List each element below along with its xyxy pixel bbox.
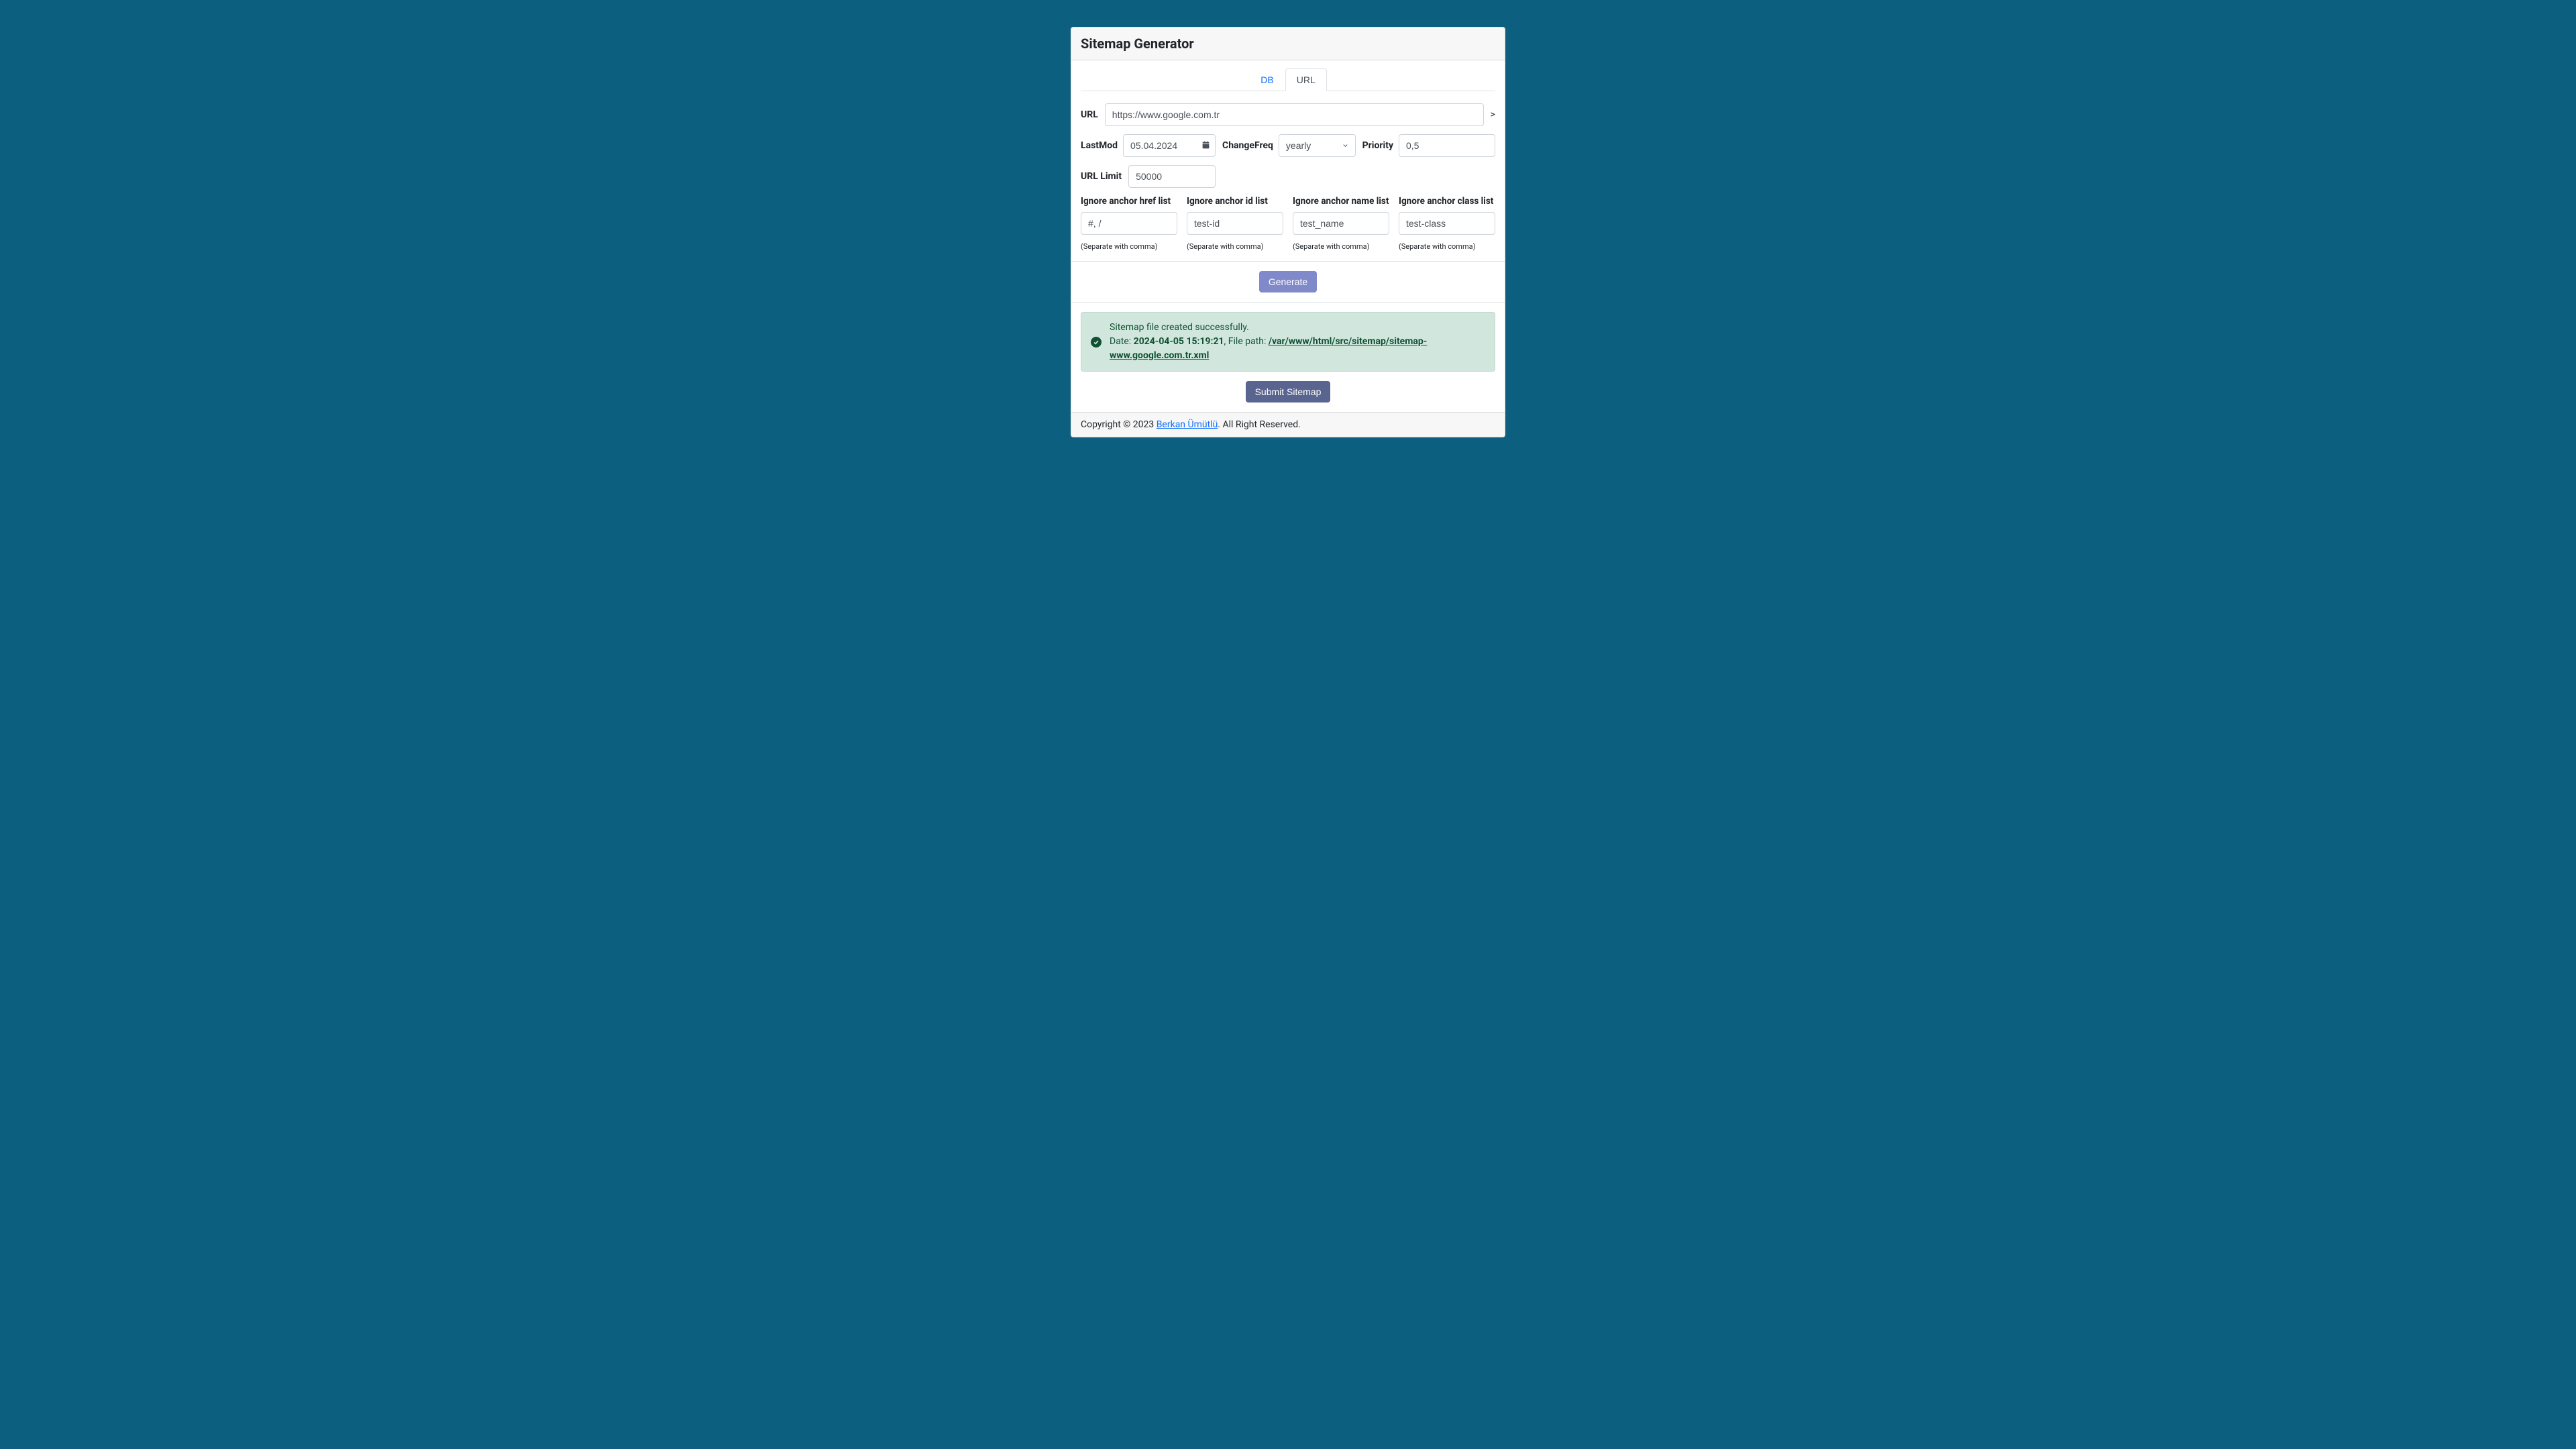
divider-2 xyxy=(1071,302,1505,303)
ignore-id-hint: (Separate with comma) xyxy=(1187,242,1263,251)
ignore-id-col: Ignore anchor id list (Separate with com… xyxy=(1187,196,1283,252)
priority-label: Priority xyxy=(1362,140,1393,151)
generate-button[interactable]: Generate xyxy=(1259,271,1317,292)
divider-1 xyxy=(1071,261,1505,262)
ignore-class-col: Ignore anchor class list (Separate with … xyxy=(1399,196,1495,252)
page-title: Sitemap Generator xyxy=(1081,36,1495,52)
tabs: DB URL xyxy=(1081,68,1495,91)
ignore-href-input[interactable] xyxy=(1081,212,1177,235)
card-body: DB URL URL > LastMod ChangeFreq xyxy=(1071,60,1505,412)
ignore-href-col: Ignore anchor href list (Separate with c… xyxy=(1081,196,1177,252)
row-url: URL > xyxy=(1081,103,1495,126)
alert-body: Sitemap file created successfully. Date:… xyxy=(1110,321,1485,363)
url-input[interactable] xyxy=(1105,103,1484,126)
ignore-href-label: Ignore anchor href list xyxy=(1081,196,1177,207)
footer-suffix: . All Right Reserved. xyxy=(1218,419,1301,430)
alert-line1: Sitemap file created successfully. xyxy=(1110,321,1485,335)
ignore-name-hint: (Separate with comma) xyxy=(1293,242,1369,251)
urllimit-input[interactable] xyxy=(1128,165,1216,188)
row-meta: LastMod ChangeFreq yearly xyxy=(1081,134,1495,157)
footer-prefix: Copyright © 2023 xyxy=(1081,419,1157,430)
ignore-grid: Ignore anchor href list (Separate with c… xyxy=(1081,196,1495,252)
group-lastmod: LastMod xyxy=(1081,134,1216,157)
card-footer: Copyright © 2023 Berkan Ümütlü. All Righ… xyxy=(1071,412,1505,437)
submit-sitemap-button[interactable]: Submit Sitemap xyxy=(1246,381,1331,402)
alert-date-label: Date: xyxy=(1110,336,1134,347)
tab-db[interactable]: DB xyxy=(1249,68,1285,91)
row-urllimit: URL Limit xyxy=(1081,165,1495,188)
ignore-id-input[interactable] xyxy=(1187,212,1283,235)
lastmod-input[interactable] xyxy=(1123,134,1216,157)
ignore-name-input[interactable] xyxy=(1293,212,1389,235)
ignore-class-input[interactable] xyxy=(1399,212,1495,235)
changefreq-select-wrap: yearly xyxy=(1279,134,1356,157)
ignore-id-label: Ignore anchor id list xyxy=(1187,196,1283,207)
url-label: URL xyxy=(1081,109,1098,120)
ignore-class-label: Ignore anchor class list xyxy=(1399,196,1495,207)
changefreq-label: ChangeFreq xyxy=(1222,140,1273,151)
group-changefreq: ChangeFreq yearly xyxy=(1222,134,1356,157)
url-gt: > xyxy=(1491,109,1495,120)
changefreq-select[interactable]: yearly xyxy=(1279,134,1356,157)
submit-row: Submit Sitemap xyxy=(1081,381,1495,402)
alert-path-label: File path: xyxy=(1228,336,1269,347)
tab-url[interactable]: URL xyxy=(1285,68,1327,91)
group-priority: Priority xyxy=(1362,134,1495,157)
alert-line2: Date: 2024-04-05 15:19:21, File path: /v… xyxy=(1110,335,1485,363)
lastmod-input-wrap xyxy=(1123,134,1216,157)
alert-date-value: 2024-04-05 15:19:21 xyxy=(1134,336,1224,347)
check-circle-icon xyxy=(1091,337,1102,347)
card-header: Sitemap Generator xyxy=(1071,28,1505,60)
ignore-name-label: Ignore anchor name list xyxy=(1293,196,1389,207)
main-card: Sitemap Generator DB URL URL > LastMod xyxy=(1071,27,1505,437)
generate-row: Generate xyxy=(1081,271,1495,292)
ignore-name-col: Ignore anchor name list (Separate with c… xyxy=(1293,196,1389,252)
priority-input[interactable] xyxy=(1399,134,1495,157)
footer-author-link[interactable]: Berkan Ümütlü xyxy=(1157,419,1218,430)
ignore-class-hint: (Separate with comma) xyxy=(1399,242,1475,251)
ignore-href-hint: (Separate with comma) xyxy=(1081,242,1157,251)
lastmod-label: LastMod xyxy=(1081,140,1118,151)
urllimit-label: URL Limit xyxy=(1081,171,1122,182)
success-alert: Sitemap file created successfully. Date:… xyxy=(1081,312,1495,372)
